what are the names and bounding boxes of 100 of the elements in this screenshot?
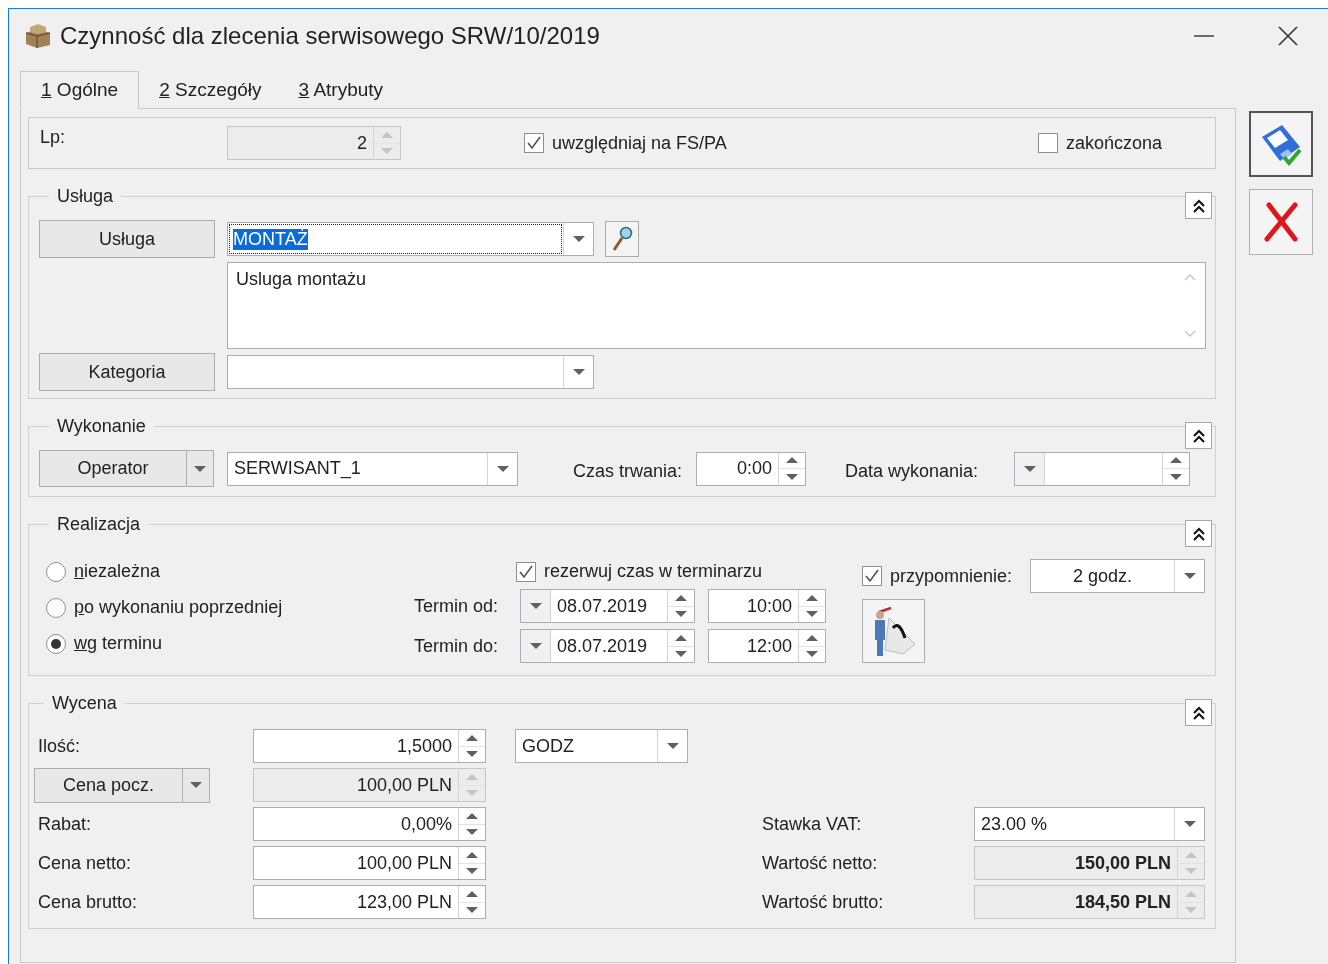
checkbox-label: uwzględniaj na FS/PA: [552, 132, 727, 154]
caret-icon: [1183, 821, 1196, 827]
caret-icon: [572, 369, 585, 375]
tab[interactable]: 2 Szczegóły: [142, 71, 279, 109]
duration-field[interactable]: 0:00: [696, 451, 807, 486]
up-arrow-icon: [806, 594, 818, 601]
cancel-button[interactable]: [1249, 189, 1313, 255]
checkbox-label: rezerwuj czas w terminarzu: [544, 561, 763, 582]
double-chevron-up-icon: [1191, 705, 1206, 720]
service-button[interactable]: Usługa: [39, 220, 215, 258]
search-icon: [611, 226, 633, 252]
search-button[interactable]: [605, 221, 639, 257]
checkbox[interactable]: [516, 561, 536, 582]
up-arrow-icon: [675, 634, 687, 641]
up-arrow-icon: [466, 773, 478, 780]
scheduler-button[interactable]: [862, 599, 925, 663]
up-arrow-icon: [1170, 457, 1183, 464]
field-label: Czas trwania:: [573, 461, 683, 482]
boxes-icon: [24, 23, 52, 49]
double-chevron-up-icon: [1191, 198, 1206, 213]
field-label: Cena netto:: [37, 852, 133, 874]
collapse-button[interactable]: [1185, 699, 1212, 726]
field-label: Rabat:: [37, 813, 93, 835]
collapse-button[interactable]: [1185, 192, 1212, 219]
field-label: Cena brutto:: [37, 891, 139, 913]
number-field[interactable]: 100,00 PLN: [253, 846, 486, 880]
tab[interactable]: 1 Ogólne: [20, 71, 140, 109]
checkbox[interactable]: [862, 566, 882, 586]
up-arrow-icon: [786, 457, 799, 464]
section-title: Wykonanie: [56, 416, 147, 437]
up-arrow-icon: [1185, 851, 1197, 858]
service-dropdown[interactable]: MONTAŻ: [227, 222, 594, 256]
down-arrow-icon: [675, 611, 687, 618]
down-arrow-icon: [1170, 473, 1183, 480]
down-arrow-icon: [806, 611, 818, 618]
down-arrow-icon: [1185, 868, 1197, 875]
caret-icon: [666, 743, 679, 749]
checkbox-label: przypomnienie:: [890, 565, 1013, 587]
collapse-button[interactable]: [1185, 422, 1212, 449]
down-arrow-icon: [1185, 907, 1197, 914]
radio-button[interactable]: [46, 561, 66, 582]
description-field[interactable]: Usluga montażu: [227, 262, 1206, 349]
up-arrow-icon: [806, 634, 818, 641]
dropdown-button[interactable]: [521, 630, 551, 662]
radio-label: wg terminu: [74, 633, 163, 654]
caret-icon: [1183, 573, 1196, 579]
field-label: Lp:: [40, 127, 67, 148]
operator-split-button[interactable]: Operator: [39, 450, 214, 487]
date-field[interactable]: [1014, 451, 1191, 486]
close-icon: [1278, 26, 1298, 46]
check-icon: [525, 134, 543, 152]
double-chevron-up-icon: [1191, 428, 1206, 443]
caret-icon: [194, 465, 206, 472]
vat-dropdown[interactable]: 23.00 %: [974, 807, 1205, 841]
save-button[interactable]: [1249, 111, 1313, 177]
collapse-button[interactable]: [1185, 520, 1212, 547]
checkbox[interactable]: [1037, 133, 1058, 153]
radio-button[interactable]: [46, 597, 66, 618]
scroll-up-icon: [1184, 273, 1196, 281]
dropdown-button[interactable]: [1015, 452, 1046, 485]
reminder-dropdown[interactable]: 2 godz.: [1030, 559, 1206, 593]
caret-icon: [496, 465, 509, 472]
field-label: Data wykonania:: [845, 461, 979, 482]
down-arrow-icon: [466, 868, 478, 875]
down-arrow-icon: [466, 790, 478, 797]
tab[interactable]: 3 Atrybuty: [281, 71, 401, 109]
time-field[interactable]: 12:00: [708, 629, 826, 663]
up-arrow-icon: [466, 890, 478, 897]
number-field[interactable]: 1,5000: [253, 729, 486, 763]
caret-icon: [529, 603, 542, 609]
unit-dropdown[interactable]: GODZ: [515, 729, 688, 763]
minimize-icon: [1194, 35, 1214, 37]
down-arrow-icon: [466, 751, 478, 758]
caret-icon: [1023, 465, 1036, 472]
up-arrow-icon: [675, 594, 687, 601]
up-arrow-icon: [1185, 890, 1197, 897]
time-field[interactable]: 10:00: [708, 589, 826, 623]
up-arrow-icon: [466, 851, 478, 858]
checkbox[interactable]: [524, 133, 544, 153]
field-label: Wartość brutto:: [761, 891, 885, 913]
date-field[interactable]: 08.07.2019: [520, 589, 695, 623]
section-title: Usługa: [56, 186, 115, 207]
category-button[interactable]: Kategoria: [39, 353, 215, 391]
date-field[interactable]: 08.07.2019: [520, 629, 695, 663]
scroll-down-icon: [1184, 330, 1196, 338]
operator-dropdown[interactable]: SERWISANT_1: [227, 451, 518, 486]
radio-button[interactable]: [46, 633, 66, 654]
dropdown-button[interactable]: [521, 590, 551, 622]
number-field[interactable]: 0,00%: [253, 807, 486, 841]
up-arrow-icon: [466, 812, 478, 819]
field-label: Stawka VAT:: [761, 813, 863, 835]
field-label: Ilość:: [37, 735, 81, 757]
window-title: Czynność dla zlecenia serwisowego SRW/10/2019: [60, 22, 600, 50]
down-arrow-icon: [806, 651, 818, 658]
number-field[interactable]: 123,00 PLN: [253, 885, 486, 919]
caret-icon: [529, 643, 542, 649]
section-title: Realizacja: [56, 514, 142, 535]
double-chevron-up-icon: [1191, 526, 1206, 541]
down-arrow-icon: [466, 829, 478, 836]
up-arrow-icon: [466, 734, 478, 741]
